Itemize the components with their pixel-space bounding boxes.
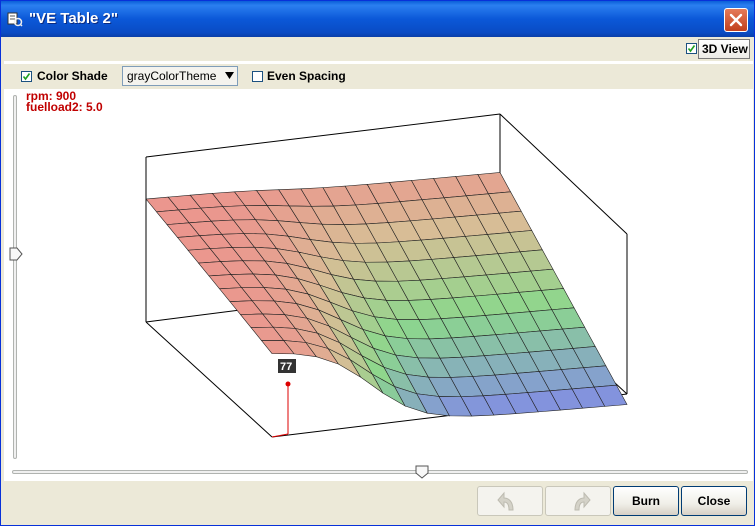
horizontal-rotation-slider[interactable] — [12, 465, 748, 479]
box-edge — [145, 321, 273, 438]
vertical-slider-thumb[interactable] — [9, 247, 23, 261]
vertical-rotation-slider[interactable] — [9, 95, 23, 459]
box-edge — [145, 113, 501, 158]
even-spacing-checkbox[interactable] — [252, 71, 263, 82]
main-panel: 3D View Color Shade grayColorTheme Even … — [4, 37, 753, 525]
horizontal-slider-thumb[interactable] — [415, 465, 429, 479]
cursor-marker — [285, 381, 291, 387]
3d-view-checkbox[interactable] — [686, 43, 697, 54]
theme-select-value: grayColorTheme — [127, 69, 217, 83]
undo-button[interactable] — [477, 486, 543, 516]
vertical-slider-track[interactable] — [13, 95, 17, 459]
chevron-down-icon — [225, 72, 234, 79]
theme-select[interactable]: grayColorTheme — [122, 66, 238, 86]
button-bar: Burn Close — [4, 481, 753, 525]
3d-view-label: 3D View — [702, 42, 748, 56]
window-title: "VE Table 2" — [29, 10, 118, 27]
cell-value-label: 77 — [280, 361, 292, 373]
surface-plot[interactable]: 77 — [4, 89, 753, 459]
burn-button[interactable]: Burn — [613, 486, 679, 516]
title-bar[interactable]: "VE Table 2" — [1, 1, 754, 37]
close-x-icon[interactable] — [724, 8, 748, 32]
3d-view-toggle[interactable]: 3D View — [698, 39, 750, 59]
horizontal-slider-track[interactable] — [12, 470, 748, 474]
app-window: "VE Table 2" 3D View Color Shade grayCol… — [0, 0, 755, 526]
redo-icon — [574, 491, 591, 511]
redo-button[interactable] — [545, 486, 611, 516]
view-toolbar: 3D View — [4, 37, 753, 61]
color-shade-checkbox[interactable] — [21, 71, 32, 82]
options-toolbar: Color Shade grayColorTheme Even Spacing — [4, 63, 753, 91]
surface-plot-canvas[interactable]: 77 — [4, 89, 753, 459]
app-icon — [7, 12, 23, 27]
load-readout: fuelload2: 5.0 — [26, 100, 103, 114]
undo-icon — [497, 491, 514, 511]
color-shade-label: Color Shade — [37, 69, 108, 83]
even-spacing-label: Even Spacing — [267, 69, 346, 83]
close-button[interactable]: Close — [681, 486, 747, 516]
